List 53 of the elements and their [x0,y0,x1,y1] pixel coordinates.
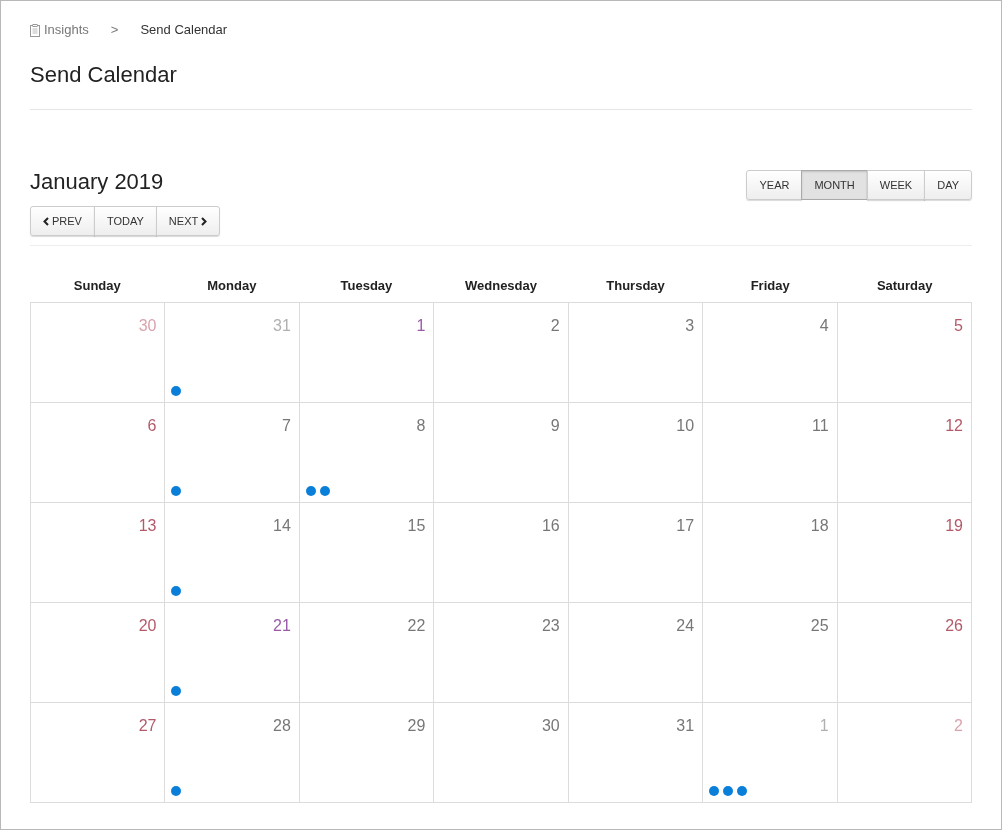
day-cell[interactable]: 22 [299,603,435,703]
day-cell[interactable]: 14 [165,503,300,603]
view-tab[interactable]: DAY [924,170,972,200]
day-cell[interactable]: 16 [434,503,569,603]
day-cell[interactable]: 5 [837,303,972,403]
day-cell[interactable]: 12 [837,403,972,503]
day-cell[interactable]: 6 [31,403,166,503]
day-cell[interactable]: 7 [165,403,300,503]
weekday-header: Thursday [606,277,665,295]
page-title: Send Calendar [30,61,178,89]
month-label: January 2019 [30,170,165,194]
day-cell[interactable]: 18 [703,503,838,603]
weekday-header: Tuesday [340,277,393,295]
day-cell[interactable]: 2 [434,303,569,403]
view-tab[interactable]: MONTH [801,170,868,200]
day-cell[interactable]: 30 [434,703,569,803]
day-cell[interactable]: 10 [568,403,704,503]
today-button[interactable]: TODAY [93,206,157,236]
breadcrumb-separator: > [110,21,119,40]
view-tab[interactable]: WEEK [866,170,926,200]
next-button[interactable]: NEXT [155,206,221,236]
weekday-header: Friday [750,277,790,295]
view-tab[interactable]: YEAR [746,170,803,200]
chevron-icon [201,216,208,226]
weekday-header: Monday [207,277,257,295]
breadcrumb-current: Send Calendar [140,21,228,40]
day-cell[interactable]: 8 [299,403,435,503]
day-cell[interactable]: 19 [837,503,972,603]
clipboard-icon [30,23,40,37]
day-cell[interactable]: 25 [703,603,838,703]
day-cell[interactable]: 27 [31,703,166,803]
day-cell[interactable]: 3 [568,303,704,403]
day-cell[interactable]: 23 [434,603,569,703]
day-cell[interactable]: 13 [31,503,166,603]
day-cell[interactable]: 24 [568,603,704,703]
day-cell[interactable]: 26 [837,603,972,703]
day-cell[interactable]: 9 [434,403,569,503]
day-cell[interactable]: 20 [31,603,166,703]
day-cell[interactable]: 28 [165,703,300,803]
day-cell[interactable]: 11 [703,403,838,503]
day-cell[interactable]: 15 [299,503,435,603]
day-cell[interactable]: 4 [703,303,838,403]
weekday-header: Saturday [876,277,933,295]
day-cell[interactable]: 21 [165,603,300,703]
day-cell[interactable]: 29 [299,703,435,803]
breadcrumb-link[interactable]: Insights [44,20,89,40]
day-cell[interactable]: 1 [299,303,435,403]
day-cell[interactable]: 31 [568,703,704,803]
chevron-icon [43,216,49,226]
weekday-header: Sunday [73,277,121,295]
weekday-header: Wednesday [465,277,537,295]
day-cell[interactable]: 17 [568,503,704,603]
prev-button[interactable]: PREV [30,206,95,236]
